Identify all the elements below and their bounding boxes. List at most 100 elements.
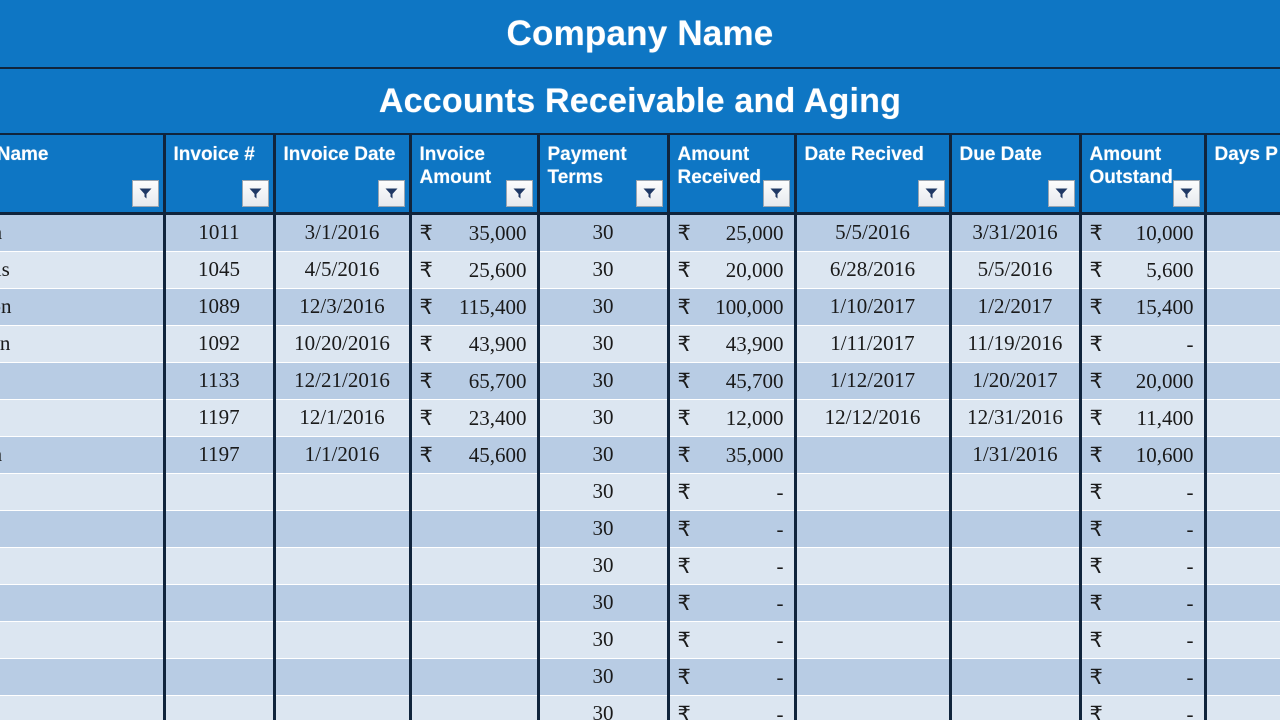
- cell-date_received[interactable]: [795, 695, 952, 720]
- filter-button-4[interactable]: [635, 179, 663, 207]
- cell-amount_outstanding[interactable]: ₹ -: [1080, 658, 1207, 696]
- cell-customer[interactable]: Brown: [0, 436, 166, 474]
- cell-days_past_due[interactable]: 291: [1205, 251, 1280, 289]
- cell-days_past_due[interactable]: [1205, 325, 1280, 363]
- cell-invoice_amount[interactable]: [410, 473, 540, 511]
- cell-invoice_date[interactable]: 3/1/2016: [274, 213, 412, 252]
- cell-due_date[interactable]: [950, 584, 1082, 622]
- cell-invoice_date[interactable]: 1/1/2016: [274, 436, 412, 474]
- cell-days_past_due[interactable]: 326: [1205, 213, 1280, 252]
- cell-customer[interactable]: Jackson: [0, 288, 166, 326]
- cell-customer[interactable]: [0, 473, 166, 511]
- cell-days_past_due[interactable]: 51: [1205, 399, 1280, 437]
- cell-invoice_date[interactable]: 12/1/2016: [274, 399, 412, 437]
- cell-invoice_amount[interactable]: ₹115,400: [410, 288, 540, 326]
- cell-amount_received[interactable]: ₹ -: [668, 584, 797, 622]
- cell-customer[interactable]: [0, 621, 166, 659]
- cell-customer[interactable]: empson: [0, 325, 166, 363]
- cell-due_date[interactable]: [950, 473, 1082, 511]
- cell-amount_received[interactable]: ₹100,000: [668, 288, 797, 326]
- cell-invoice_no[interactable]: 1089: [164, 288, 276, 326]
- filter-button-8[interactable]: [1172, 179, 1200, 207]
- cell-date_received[interactable]: 1/11/2017: [795, 325, 952, 363]
- cell-invoice_no[interactable]: [164, 621, 276, 659]
- cell-invoice_no[interactable]: 1011: [164, 213, 276, 252]
- column-header-2[interactable]: Invoice Date: [274, 135, 412, 215]
- cell-date_received[interactable]: [795, 436, 952, 474]
- table-row[interactable]: empson 1092 10/20/2016 ₹43,900 30 ₹43,900 1/11…: [0, 325, 1280, 363]
- cell-amount_outstanding[interactable]: ₹11,400: [1080, 399, 1207, 437]
- column-header-7[interactable]: Due Date: [950, 135, 1082, 215]
- cell-amount_received[interactable]: ₹ -: [668, 621, 797, 659]
- cell-invoice_date[interactable]: [274, 584, 412, 622]
- table-row[interactable]: h Ferris 1045 4/5/2016 ₹25,600 30 ₹20,000 6/28…: [0, 251, 1280, 289]
- cell-due_date[interactable]: 1/31/2016: [950, 436, 1082, 474]
- cell-date_received[interactable]: 1/10/2017: [795, 288, 952, 326]
- filter-button-0[interactable]: [131, 179, 159, 207]
- cell-amount_received[interactable]: ₹43,900: [668, 325, 797, 363]
- cell-amount_outstanding[interactable]: ₹ -: [1080, 510, 1207, 548]
- cell-days_past_due[interactable]: [1205, 584, 1280, 622]
- column-header-9[interactable]: Days P Due D: [1205, 135, 1280, 215]
- cell-payment_terms[interactable]: 30: [538, 621, 670, 659]
- cell-amount_received[interactable]: ₹20,000: [668, 251, 797, 289]
- cell-due_date[interactable]: [950, 658, 1082, 696]
- cell-date_received[interactable]: [795, 510, 952, 548]
- cell-invoice_amount[interactable]: ₹23,400: [410, 399, 540, 437]
- cell-amount_outstanding[interactable]: ₹ -: [1080, 473, 1207, 511]
- cell-customer[interactable]: [0, 658, 166, 696]
- cell-invoice_no[interactable]: 1045: [164, 251, 276, 289]
- cell-amount_received[interactable]: ₹ -: [668, 658, 797, 696]
- table-row[interactable]: Smith 1197 12/1/2016 ₹23,400 30 ₹12,000 12/12/…: [0, 399, 1280, 437]
- cell-customer[interactable]: Lane: [0, 362, 166, 400]
- cell-due_date[interactable]: [950, 621, 1082, 659]
- cell-amount_outstanding[interactable]: ₹ -: [1080, 695, 1207, 720]
- cell-payment_terms[interactable]: 30: [538, 473, 670, 511]
- cell-date_received[interactable]: [795, 547, 952, 585]
- cell-days_past_due[interactable]: [1205, 695, 1280, 720]
- cell-amount_received[interactable]: ₹ -: [668, 547, 797, 585]
- cell-date_received[interactable]: 1/12/2017: [795, 362, 952, 400]
- column-header-6[interactable]: Date Recived: [795, 135, 952, 215]
- column-header-0[interactable]: omer Name: [0, 135, 166, 215]
- column-header-5[interactable]: Amount Received: [668, 135, 797, 215]
- cell-days_past_due[interactable]: 386: [1205, 436, 1280, 474]
- table-row[interactable]: 30 ₹ - ₹ -: [0, 547, 1280, 585]
- cell-invoice_amount[interactable]: ₹35,000: [410, 213, 540, 252]
- table-row[interactable]: 30 ₹ - ₹ -: [0, 473, 1280, 511]
- filter-button-5[interactable]: [762, 179, 790, 207]
- cell-invoice_amount[interactable]: ₹45,600: [410, 436, 540, 474]
- cell-payment_terms[interactable]: 30: [538, 325, 670, 363]
- cell-due_date[interactable]: 1/20/2017: [950, 362, 1082, 400]
- table-row[interactable]: 30 ₹ - ₹ -: [0, 658, 1280, 696]
- cell-date_received[interactable]: [795, 658, 952, 696]
- cell-invoice_amount[interactable]: ₹65,700: [410, 362, 540, 400]
- cell-amount_outstanding[interactable]: ₹ -: [1080, 584, 1207, 622]
- cell-invoice_date[interactable]: [274, 547, 412, 585]
- cell-date_received[interactable]: [795, 473, 952, 511]
- column-header-8[interactable]: Amount Outstand: [1080, 135, 1207, 215]
- cell-amount_received[interactable]: ₹12,000: [668, 399, 797, 437]
- cell-days_past_due[interactable]: [1205, 547, 1280, 585]
- cell-due_date[interactable]: 1/2/2017: [950, 288, 1082, 326]
- cell-invoice_date[interactable]: [274, 658, 412, 696]
- cell-customer[interactable]: Smith: [0, 399, 166, 437]
- cell-customer[interactable]: [0, 584, 166, 622]
- table-row[interactable]: 30 ₹ - ₹ -: [0, 695, 1280, 720]
- cell-amount_outstanding[interactable]: ₹10,000: [1080, 213, 1207, 252]
- table-row[interactable]: Brown 1011 3/1/2016 ₹35,000 30 ₹25,000 5/5/201…: [0, 213, 1280, 252]
- cell-date_received[interactable]: 5/5/2016: [795, 213, 952, 252]
- cell-invoice_no[interactable]: [164, 658, 276, 696]
- cell-amount_received[interactable]: ₹45,700: [668, 362, 797, 400]
- cell-due_date[interactable]: 11/19/2016: [950, 325, 1082, 363]
- table-row[interactable]: Lane 1133 12/21/2016 ₹65,700 30 ₹45,700 1/12/2…: [0, 362, 1280, 400]
- cell-amount_outstanding[interactable]: ₹15,400: [1080, 288, 1207, 326]
- cell-payment_terms[interactable]: 30: [538, 399, 670, 437]
- cell-invoice_date[interactable]: 12/21/2016: [274, 362, 412, 400]
- cell-due_date[interactable]: [950, 547, 1082, 585]
- cell-date_received[interactable]: 12/12/2016: [795, 399, 952, 437]
- cell-invoice_amount[interactable]: [410, 547, 540, 585]
- cell-payment_terms[interactable]: 30: [538, 362, 670, 400]
- filter-button-6[interactable]: [917, 179, 945, 207]
- cell-amount_received[interactable]: ₹ -: [668, 510, 797, 548]
